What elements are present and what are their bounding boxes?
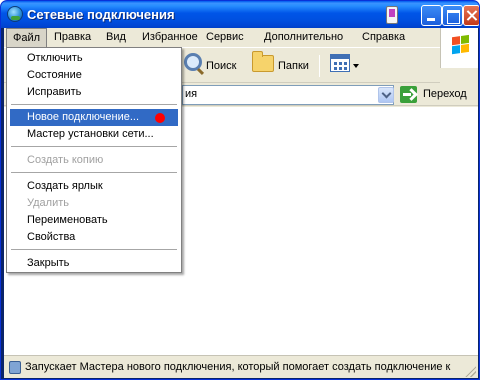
go-arrow-icon[interactable] <box>400 86 417 103</box>
windows-flag-icon <box>452 34 470 56</box>
address-input[interactable]: ия <box>182 85 394 105</box>
phone-icon <box>386 6 398 24</box>
menu-help[interactable]: Справка <box>356 28 411 48</box>
maximize-button[interactable] <box>442 5 463 26</box>
address-value: ия <box>185 88 198 100</box>
toolbar-separator <box>319 55 320 77</box>
title-bar[interactable]: Сетевые подключения <box>1 1 479 28</box>
minimize-button[interactable] <box>421 5 442 26</box>
menu-item-close[interactable]: Закрыть <box>10 255 178 272</box>
menu-item-new-connection[interactable]: Новое подключение... <box>10 109 178 126</box>
status-text: Запускает Мастера нового подключения, ко… <box>25 361 451 373</box>
menu-separator <box>11 249 177 250</box>
menu-bar: Файл Правка Вид Избранное Сервис Дополни… <box>4 28 478 48</box>
menu-item-status[interactable]: Состояние <box>10 67 178 84</box>
menu-view[interactable]: Вид <box>100 28 132 48</box>
resize-grip[interactable] <box>464 365 476 377</box>
menu-file[interactable]: Файл <box>6 28 48 48</box>
search-button[interactable]: Поиск <box>206 54 236 78</box>
menu-tools[interactable]: Сервис <box>200 28 250 48</box>
menu-advanced[interactable]: Дополнительно <box>258 28 349 48</box>
status-bar: Запускает Мастера нового подключения, ко… <box>4 355 478 378</box>
search-icon[interactable] <box>184 53 202 71</box>
network-connections-icon <box>7 6 23 22</box>
menu-separator <box>11 172 177 173</box>
status-page-icon <box>9 361 21 374</box>
menu-item-repair[interactable]: Исправить <box>10 84 178 101</box>
address-dropdown-button[interactable] <box>378 87 394 103</box>
file-menu-dropdown: Отключить Состояние Исправить Новое подк… <box>6 47 182 273</box>
folders-button[interactable]: Папки <box>278 54 309 78</box>
menu-item-new-connection-label: Новое подключение... <box>27 111 140 123</box>
menu-item-disconnect[interactable]: Отключить <box>10 50 178 67</box>
menu-separator <box>11 104 177 105</box>
folder-icon[interactable] <box>252 51 274 72</box>
close-button[interactable] <box>463 5 479 26</box>
menu-item-create-shortcut[interactable]: Создать ярлык <box>10 178 178 195</box>
menu-item-network-setup-wizard[interactable]: Мастер установки сети... <box>10 126 178 143</box>
go-button[interactable]: Переход <box>423 88 467 100</box>
red-dot-marker <box>155 113 165 123</box>
window-title: Сетевые подключения <box>27 7 175 22</box>
menu-item-delete: Удалить <box>27 197 69 209</box>
menu-item-rename[interactable]: Переименовать <box>10 212 178 229</box>
menu-favorites[interactable]: Избранное <box>136 28 204 48</box>
views-icon[interactable] <box>330 54 350 72</box>
menu-separator <box>11 146 177 147</box>
chevron-down-icon[interactable] <box>353 64 359 68</box>
menu-item-create-copy: Создать копию <box>27 154 104 166</box>
windows-logo <box>440 28 478 68</box>
window-frame: Сетевые подключения Файл Правка Вид Избр… <box>0 0 480 380</box>
menu-item-properties[interactable]: Свойства <box>10 229 178 246</box>
menu-edit[interactable]: Правка <box>48 28 97 48</box>
